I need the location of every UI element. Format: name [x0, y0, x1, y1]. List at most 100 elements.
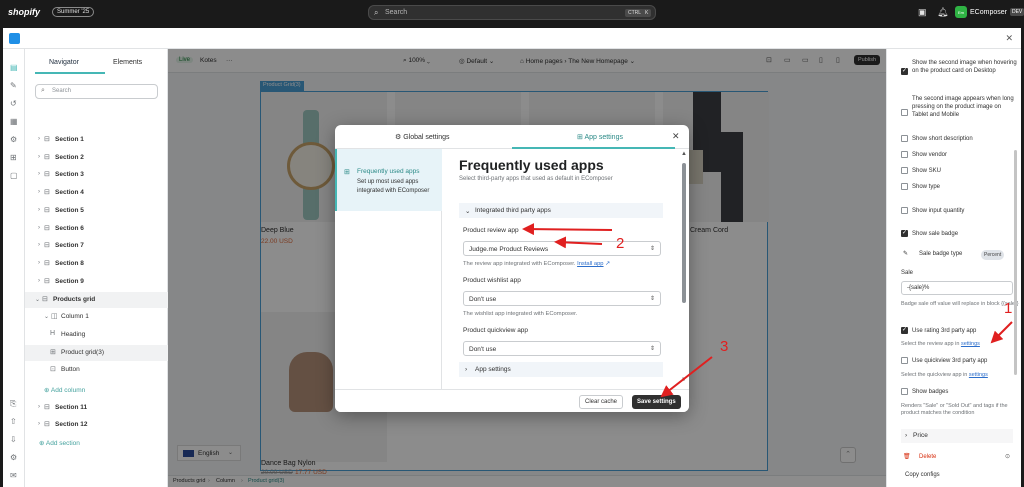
tree-item-section-8[interactable]: › ⊟ Section 8: [25, 256, 168, 272]
tab-app-settings[interactable]: ⊞ App settings: [577, 133, 623, 141]
tree-item-section-3[interactable]: › ⊟ Section 3: [25, 167, 168, 183]
quickview-app-select[interactable]: Don't use ⇕: [463, 341, 661, 356]
tree-item-column[interactable]: ⌄ ◫ Column 1: [25, 309, 168, 325]
scroll-down-icon[interactable]: ▼: [681, 377, 687, 383]
grid-icon[interactable]: ⊞: [10, 153, 17, 162]
tree-item-section-11[interactable]: › ⊟ Section 11: [25, 400, 168, 416]
tab-elements[interactable]: Elements: [113, 59, 142, 66]
accordion-app-settings[interactable]: › App settings: [459, 362, 663, 377]
tree-item-section-7[interactable]: › ⊟ Section 7: [25, 238, 168, 254]
option-label: Show short description: [912, 136, 973, 142]
heading-icon: H: [50, 330, 56, 337]
storage-icon[interactable]: ▦: [10, 117, 18, 126]
global-search[interactable]: ⌕ Search CTRL K: [368, 5, 656, 20]
bell-icon[interactable]: 🔔︎: [937, 7, 948, 18]
section-icon: ⊟: [44, 153, 50, 161]
brush-icon[interactable]: ✎: [10, 81, 17, 90]
add-section-label: Add section: [45, 440, 80, 447]
tree-item-section-12[interactable]: › ⊟ Section 12: [25, 417, 168, 433]
navigator-search[interactable]: ⌕ Search: [35, 84, 158, 99]
app-header: ✕: [3, 28, 1021, 49]
sidebar-item-title: Frequently used apps: [357, 168, 420, 175]
settings-icon[interactable]: ⚙: [10, 453, 17, 462]
checkbox[interactable]: [901, 151, 908, 158]
save-settings-button[interactable]: Save settings: [632, 395, 681, 409]
checkbox[interactable]: [901, 183, 908, 190]
review-app-select[interactable]: Judge.me Product Reviews ⇕: [463, 241, 661, 256]
tab-navigator[interactable]: Navigator: [49, 59, 79, 66]
modal-footer: Clear cache Save settings: [335, 389, 689, 412]
install-app-link[interactable]: Install app: [577, 261, 603, 267]
add-section-button[interactable]: ⊕ Add section: [39, 439, 80, 447]
checkbox-checked[interactable]: [901, 67, 908, 75]
tree-item-section-9[interactable]: › ⊟ Section 9: [25, 274, 168, 290]
checkbox-checked[interactable]: [901, 229, 908, 237]
save-icon[interactable]: ⎘: [10, 399, 16, 409]
tree-item-section-1[interactable]: › ⊟ Section 1: [25, 132, 168, 148]
store-icon[interactable]: ▣: [918, 7, 927, 18]
clear-cache-button[interactable]: Clear cache: [579, 395, 624, 409]
checkbox[interactable]: [901, 109, 908, 116]
shopify-brand: shopify: [8, 7, 41, 17]
tree-item-heading[interactable]: H Heading: [25, 327, 168, 343]
checkbox[interactable]: [901, 167, 908, 174]
history-icon[interactable]: ↺: [10, 99, 17, 108]
tree-item-button[interactable]: ⊡ Button: [25, 362, 168, 378]
sale-label: Sale: [901, 270, 914, 276]
sale-help: Badge sale off value will replace in blo…: [901, 301, 1019, 307]
sale-input-value: -{sale}%: [907, 285, 930, 291]
tree-item-section-6[interactable]: › ⊟ Section 6: [25, 221, 168, 237]
store-menu[interactable]: Em EComposer DEV: [955, 6, 1024, 18]
close-icon[interactable]: ✕: [1005, 33, 1013, 44]
scroll-up-icon[interactable]: ▲: [681, 151, 687, 157]
checkbox[interactable]: [901, 357, 908, 364]
settings-link[interactable]: settings: [961, 341, 980, 347]
section-icon: ⊟: [44, 421, 50, 428]
download-icon[interactable]: ⇩: [10, 435, 17, 444]
panel-scrollbar[interactable]: [1014, 150, 1017, 375]
document-icon[interactable]: ▢: [10, 171, 18, 180]
checkbox-checked[interactable]: [901, 326, 908, 334]
checkbox[interactable]: [901, 135, 908, 142]
accordion-integrated-apps[interactable]: ⌄ Integrated third party apps: [459, 203, 663, 218]
chat-icon[interactable]: ✉: [10, 471, 17, 480]
modal-scrollbar[interactable]: ▲ ▼: [681, 151, 687, 387]
tree-item-label: Section 6: [55, 224, 84, 232]
option-label: Show vendor: [912, 152, 948, 158]
scrollbar-thumb[interactable]: [682, 163, 686, 303]
checkbox[interactable]: [901, 388, 908, 395]
price-section[interactable]: › Price: [901, 429, 1013, 443]
checkbox[interactable]: [901, 207, 908, 214]
tree-item-label: Column 1: [61, 313, 89, 320]
shopify-logo[interactable]: shopify: [8, 7, 45, 57]
chevron-right-icon: ›: [38, 259, 40, 266]
layers-icon[interactable]: ▤: [10, 63, 18, 72]
tree-item-product-grid[interactable]: ⊞ Product grid(3): [25, 345, 168, 361]
percent-tag: Percent: [981, 250, 1005, 260]
sale-badge-type-label: Sale badge type: [919, 251, 963, 257]
help-icon[interactable]: ⊙: [1005, 453, 1010, 461]
edition-badge[interactable]: Summer '25: [52, 7, 95, 17]
tree-item-label: Section 12: [55, 421, 88, 428]
tree-item-section-4[interactable]: › ⊟ Section 4: [25, 185, 168, 201]
select-arrows-icon: ⇕: [649, 346, 655, 352]
settings-link[interactable]: settings: [969, 372, 988, 378]
wishlist-app-select[interactable]: Don't use ⇕: [463, 291, 661, 306]
sidebar-item-desc: Set up most used apps integrated with EC…: [357, 179, 430, 194]
tree-item-label: Heading: [61, 331, 86, 338]
kbd-k: K: [642, 9, 652, 17]
add-column-button[interactable]: ⊕ Add column: [44, 386, 85, 394]
gear-icon[interactable]: ⚙: [10, 135, 17, 144]
app-settings-modal: ⚙ Global settings ⊞ App settings ✕ ⊞ Fre…: [335, 125, 689, 412]
tab-global-settings[interactable]: ⚙ Global settings: [395, 133, 450, 141]
chevron-down-icon: ⌄: [465, 208, 471, 215]
close-icon[interactable]: ✕: [672, 131, 680, 142]
option-label: Use rating 3rd party app: [912, 328, 977, 334]
tree-item-products-grid[interactable]: ⌄ ⊟ Products grid: [25, 292, 168, 308]
tree-item-section-2[interactable]: › ⊟ Section 2: [25, 150, 168, 166]
navigator-search-placeholder: Search: [52, 88, 72, 94]
sidebar-item-frequent-apps[interactable]: ⊞ Frequently used apps Set up most used …: [335, 149, 442, 211]
upload-icon[interactable]: ⇧: [10, 417, 17, 426]
sale-input[interactable]: -{sale}%: [901, 281, 1013, 295]
tree-item-section-5[interactable]: › ⊟ Section 5: [25, 203, 168, 219]
